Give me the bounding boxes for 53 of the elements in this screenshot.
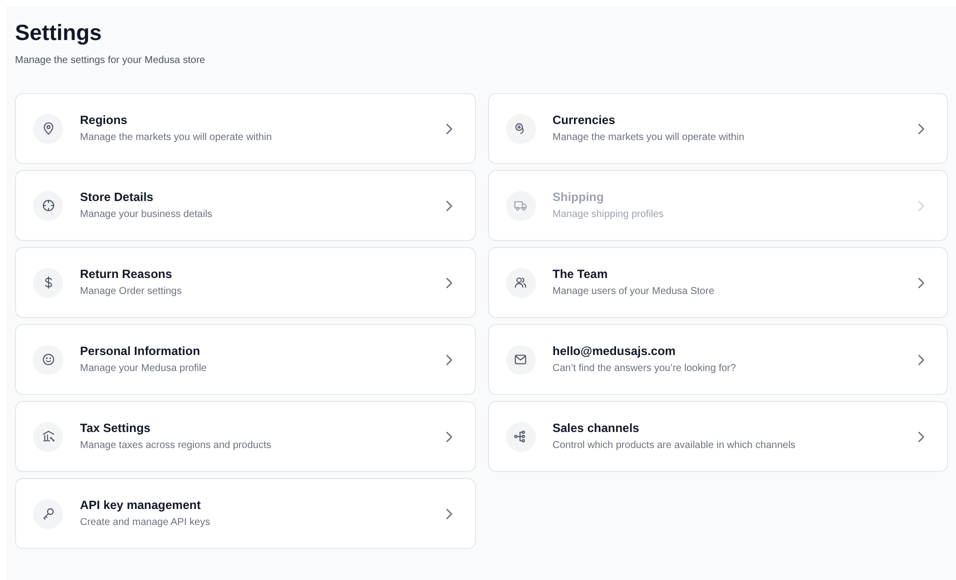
page-subtitle: Manage the settings for your Medusa store: [15, 54, 206, 68]
chevron-right-icon: [444, 276, 452, 288]
chevron-right-icon: [444, 200, 452, 212]
card-description: Manage Order settings: [80, 285, 183, 298]
card-title: Return Reasons: [80, 267, 174, 282]
bank-icon: [40, 429, 56, 444]
card-title: Tax Settings: [80, 421, 152, 436]
settings-card[interactable]: hello@medusajs.com Can’t find the answers you’re looking for?: [488, 324, 948, 395]
chevron-right-icon: [917, 122, 925, 134]
settings-card[interactable]: Personal Information Manage your Medusa profile: [15, 324, 476, 395]
chevron-right-icon: [917, 430, 925, 442]
card-title: Currencies: [552, 113, 616, 128]
card-description: Control which products are available in which channels: [552, 439, 796, 452]
card-title: Personal Information: [80, 344, 202, 359]
chevron-right-icon: [444, 508, 452, 520]
settings-card[interactable]: The Team Manage users of your Medusa Store: [488, 247, 948, 318]
card-description: Manage the markets you will operate within: [552, 131, 746, 144]
card-title: Sales channels: [552, 421, 640, 436]
chevron-right-icon: [444, 122, 452, 134]
branches-icon: [513, 429, 528, 444]
smiley-icon: [40, 352, 56, 367]
card-description: Can’t find the answers you’re looking for?: [552, 362, 737, 375]
card-description: Manage the markets you will operate within: [80, 131, 273, 144]
card-description: Manage taxes across regions and products: [80, 439, 272, 452]
settings-card[interactable]: Return Reasons Manage Order settings: [15, 247, 476, 318]
chevron-right-icon: [917, 276, 925, 288]
card-description: Create and manage API keys: [80, 516, 212, 529]
card-title: Shipping: [552, 190, 605, 205]
crosshair-icon: [40, 198, 56, 213]
truck-icon: [513, 198, 528, 213]
settings-card[interactable]: Currencies Manage the markets you will operate within: [488, 93, 948, 164]
page-title: Settings: [15, 20, 103, 46]
chevron-right-icon: [444, 430, 452, 442]
users-icon: [513, 275, 528, 290]
settings-card[interactable]: Tax Settings Manage taxes across regions and products: [15, 401, 476, 472]
key-icon: [40, 506, 56, 521]
chevron-right-icon: [917, 200, 925, 212]
settings-card[interactable]: API key management Create and manage API keys: [15, 478, 476, 549]
chevron-right-icon: [917, 354, 925, 366]
card-description: Manage your business details: [80, 208, 214, 221]
settings-card[interactable]: Regions Manage the markets you will operate within: [15, 93, 476, 164]
card-description: Manage shipping profiles: [552, 208, 665, 221]
card-title: Regions: [80, 113, 128, 128]
card-title: The Team: [552, 267, 609, 282]
card-title: Store Details: [80, 190, 154, 205]
card-description: Manage users of your Medusa Store: [552, 285, 716, 298]
card-title: API key management: [80, 498, 202, 513]
mail-icon: [513, 352, 528, 367]
card-title: hello@medusajs.com: [552, 344, 677, 359]
chevron-right-icon: [444, 354, 452, 366]
card-description: Manage your Medusa profile: [80, 362, 208, 375]
settings-card[interactable]: Sales channels Control which products are available in which channels: [488, 401, 948, 472]
settings-card[interactable]: Store Details Manage your business details: [15, 170, 476, 241]
